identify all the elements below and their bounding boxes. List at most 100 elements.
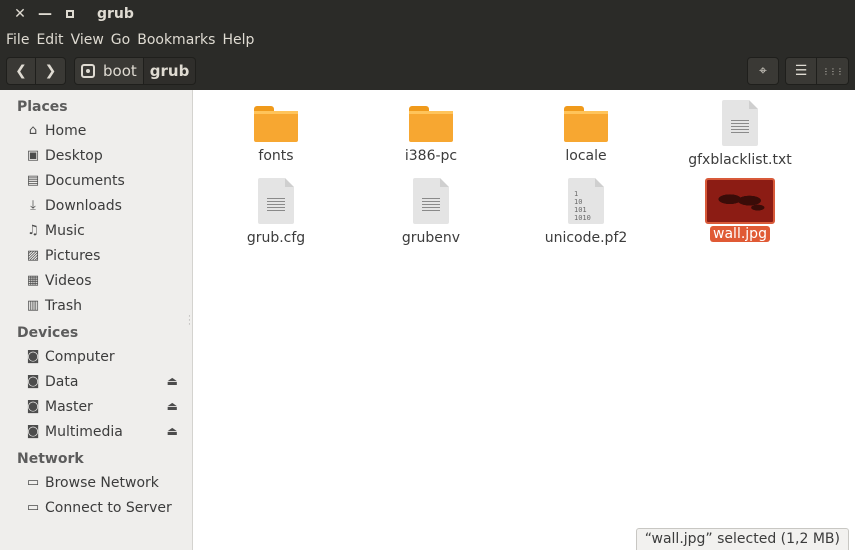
window-title: grub [97,6,134,22]
file-name: gfxblacklist.txt [688,152,792,168]
sidebar-item-label: Browse Network [45,474,159,491]
drive-icon: ◙ [26,424,40,439]
sidebar-item-browse-network[interactable]: ▭ Browse Network [0,470,192,495]
sidebar-item-label: Pictures [45,247,101,264]
sidebar-item-label: Videos [45,272,92,289]
list-view-button[interactable]: ☰ [785,57,817,85]
breadcrumb-label: grub [149,62,190,80]
file-item-gfxblacklist[interactable]: gfxblacklist.txt [670,100,810,168]
sidebar-item-pictures[interactable]: ▨ Pictures [0,243,192,268]
menu-bookmarks[interactable]: Bookmarks [137,32,215,48]
sidebar-item-label: Data [45,373,79,390]
menu-file[interactable]: File [6,32,29,48]
section-places: Places [17,99,68,115]
drive-icon: ◙ [26,399,40,414]
eject-icon[interactable]: ⏏ [167,374,178,388]
file-name: locale [565,148,607,164]
section-network: Network [17,451,84,467]
text-file-icon [258,178,294,224]
sidebar-item-documents[interactable]: ▤ Documents [0,168,192,193]
sidebar-item-label: Trash [45,297,82,314]
file-name: i386-pc [404,148,458,164]
sidebar-item-data[interactable]: ◙ Data ⏏ [0,369,192,394]
sidebar-item-downloads[interactable]: ⤓ Downloads [0,193,192,218]
drive-icon [81,64,95,78]
sidebar-item-videos[interactable]: ▦ Videos [0,268,192,293]
drive-icon: ◙ [26,374,40,389]
close-window-button[interactable]: ✕ [9,3,31,25]
menu-go[interactable]: Go [111,32,130,48]
binary-file-icon: 1 10 101 1010 [568,178,604,224]
text-file-icon [413,178,449,224]
view-controls: ⌖ ☰ ⋮⋮⋮ [747,57,849,85]
folder-icon [409,106,453,142]
desktop-icon: ▣ [26,148,40,163]
sidebar-item-label: Documents [45,172,125,189]
file-item-fonts[interactable]: fonts [206,106,346,164]
folder-icon [254,106,298,142]
downloads-icon: ⤓ [30,198,36,213]
sidebar-resize-handle[interactable]: · · · [188,313,191,330]
sidebar-item-home[interactable]: ⌂ Home [0,118,192,143]
sidebar-item-label: Music [45,222,85,239]
file-item-unicode-pf2[interactable]: 1 10 101 1010 unicode.pf2 [516,178,656,246]
sidebar-item-connect-server[interactable]: ▭ Connect to Server [0,495,192,520]
eject-icon[interactable]: ⏏ [167,399,178,413]
menu-view[interactable]: View [71,32,104,48]
sidebar-item-label: Downloads [45,197,122,214]
file-item-i386-pc[interactable]: i386-pc [361,106,501,164]
home-icon: ⌂ [28,123,38,138]
sidebar-item-label: Desktop [45,147,103,164]
eject-icon[interactable]: ⏏ [167,424,178,438]
sidebar-item-label: Connect to Server [45,499,172,516]
sidebar-item-label: Multimedia [45,423,123,440]
breadcrumb: boot grub [74,57,197,85]
file-view: fonts i386-pc locale gfxblacklist.txt gr… [193,90,855,550]
sidebar-item-label: Master [45,398,93,415]
forward-button[interactable]: ❯ [36,57,66,85]
nav-buttons: ❮ ❯ [6,57,66,85]
toolbar: ❮ ❯ boot grub ⌖ ☰ ⋮⋮⋮ [0,52,855,90]
back-button[interactable]: ❮ [6,57,36,85]
sidebar-item-music[interactable]: ♫ Music [0,218,192,243]
music-icon: ♫ [27,223,39,238]
maximize-window-button[interactable] [59,3,81,25]
title-bar: ✕ — grub [0,0,855,28]
network-icon: ▭ [26,475,40,490]
image-thumbnail [705,178,775,224]
section-devices: Devices [17,325,79,341]
file-name: grub.cfg [246,230,306,246]
menu-help[interactable]: Help [222,32,254,48]
breadcrumb-label: boot [103,62,137,80]
sidebar-item-label: Home [45,122,87,139]
sidebar: Places ⌂ Home ▣ Desktop ▤ Documents ⤓ Downlo… [0,90,193,550]
sidebar-item-master[interactable]: ◙ Master ⏏ [0,394,192,419]
drive-icon: ◙ [26,349,40,364]
breadcrumb-boot[interactable]: boot [74,57,144,85]
sidebar-item-computer[interactable]: ◙ Computer [0,344,192,369]
sidebar-item-label: Computer [45,348,115,365]
sidebar-item-desktop[interactable]: ▣ Desktop [0,143,192,168]
documents-icon: ▤ [26,173,40,188]
file-item-grub-cfg[interactable]: grub.cfg [206,178,346,246]
file-name: wall.jpg [710,226,770,242]
file-name: unicode.pf2 [544,230,628,246]
file-name: fonts [258,148,294,164]
menu-bar: File Edit View Go Bookmarks Help [0,28,855,52]
file-item-grubenv[interactable]: grubenv [361,178,501,246]
sidebar-item-trash[interactable]: ▥ Trash [0,293,192,318]
minimize-window-button[interactable]: — [34,3,56,25]
status-bar: “wall.jpg” selected (1,2 MB) [635,528,849,550]
file-name: grubenv [401,230,461,246]
breadcrumb-grub[interactable]: grub [143,57,197,85]
file-item-wall-jpg[interactable]: wall.jpg [670,178,810,242]
location-button[interactable]: ⌖ [747,57,779,85]
videos-icon: ▦ [26,273,40,288]
grid-view-button[interactable]: ⋮⋮⋮ [817,57,849,85]
binary-glyph: 1 10 101 1010 [574,190,591,222]
server-icon: ▭ [26,500,40,515]
pictures-icon: ▨ [26,248,40,263]
menu-edit[interactable]: Edit [36,32,63,48]
sidebar-item-multimedia[interactable]: ◙ Multimedia ⏏ [0,419,192,444]
file-item-locale[interactable]: locale [516,106,656,164]
